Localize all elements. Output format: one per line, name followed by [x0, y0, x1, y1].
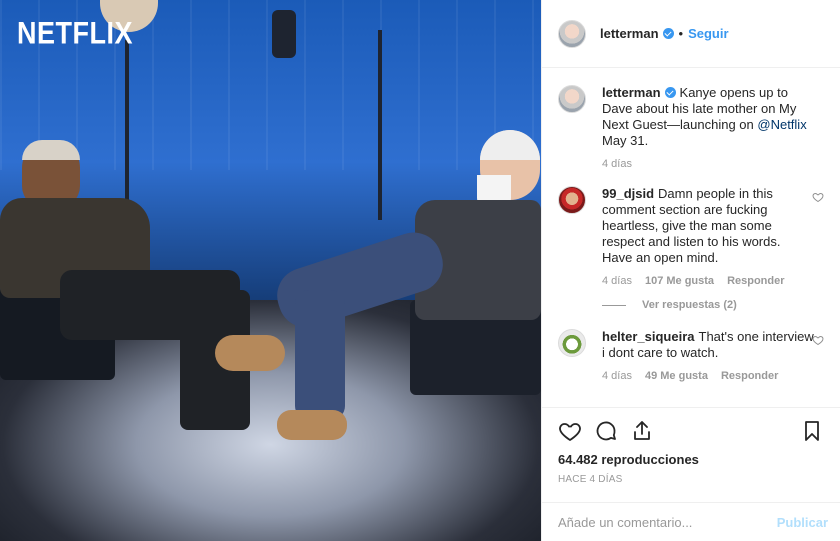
comment-age[interactable]: 4 días	[602, 370, 632, 382]
caption-body-end: May 31.	[602, 133, 649, 148]
verified-icon	[662, 28, 674, 39]
author-avatar[interactable]	[558, 85, 586, 113]
right-host	[215, 130, 541, 450]
reply-button[interactable]: Responder	[727, 275, 784, 287]
comment-likes[interactable]: 49 Me gusta	[645, 370, 708, 382]
bookmark-icon[interactable]	[800, 419, 824, 443]
comment-meta: 4 días 49 Me gusta Responder	[602, 370, 814, 382]
caption-username[interactable]: letterman	[602, 85, 661, 100]
view-count[interactable]: 64.482 reproducciones	[558, 452, 824, 467]
caption-text: letterman Kanye opens up to Dave about hi…	[602, 85, 814, 149]
post-video[interactable]: NETFLIX	[0, 0, 541, 541]
replies-divider	[602, 304, 626, 306]
comment: helter_siqueira That's one interview i do…	[558, 329, 824, 382]
comment-text: 99_djsid Damn people in this comment sect…	[602, 186, 814, 266]
comments-list[interactable]: letterman Kanye opens up to Dave about hi…	[542, 69, 840, 407]
reply-button[interactable]: Responder	[721, 370, 778, 382]
share-icon[interactable]	[630, 419, 654, 443]
heart-icon[interactable]	[812, 334, 824, 346]
publish-button[interactable]: Publicar	[777, 515, 828, 530]
post-actions: 64.482 reproducciones HACE 4 DÍAS	[542, 407, 840, 502]
comment: 99_djsid Damn people in this comment sect…	[558, 186, 824, 287]
verified-icon	[664, 87, 676, 98]
caption: letterman Kanye opens up to Dave about hi…	[558, 85, 824, 170]
caption-meta: 4 días	[602, 158, 814, 170]
comment-input[interactable]	[558, 514, 777, 530]
commenter-avatar[interactable]	[558, 329, 586, 357]
author-avatar[interactable]	[558, 19, 586, 48]
commenter-avatar[interactable]	[558, 186, 586, 214]
comment-age[interactable]: 4 días	[602, 275, 632, 287]
comment-meta: 4 días 107 Me gusta Responder	[602, 275, 814, 287]
commenter-username[interactable]: 99_djsid	[602, 186, 654, 201]
view-replies-button[interactable]: Ver respuestas (2)	[602, 299, 824, 311]
comment-icon[interactable]	[594, 419, 618, 443]
heart-icon[interactable]	[558, 419, 582, 443]
caption-age[interactable]: 4 días	[602, 158, 632, 170]
comment-text: helter_siqueira That's one interview i do…	[602, 329, 814, 361]
author-username[interactable]: letterman	[600, 26, 659, 41]
mention-link[interactable]: @Netflix	[757, 117, 806, 132]
comment-likes[interactable]: 107 Me gusta	[645, 275, 714, 287]
comment-composer: Publicar	[542, 502, 840, 541]
stage-light	[272, 10, 296, 58]
follow-button[interactable]: Seguir	[688, 26, 728, 41]
action-icons	[558, 416, 824, 446]
post-timestamp: HACE 4 DÍAS	[558, 474, 623, 485]
heart-icon[interactable]	[812, 191, 824, 203]
post-header: letterman • Seguir	[542, 0, 840, 68]
separator-dot: •	[678, 26, 684, 41]
post-panel: letterman • Seguir letterman Kanye opens …	[541, 0, 840, 541]
netflix-logo: NETFLIX	[17, 16, 133, 51]
view-replies-label: Ver respuestas (2)	[642, 299, 737, 311]
commenter-username[interactable]: helter_siqueira	[602, 329, 695, 344]
